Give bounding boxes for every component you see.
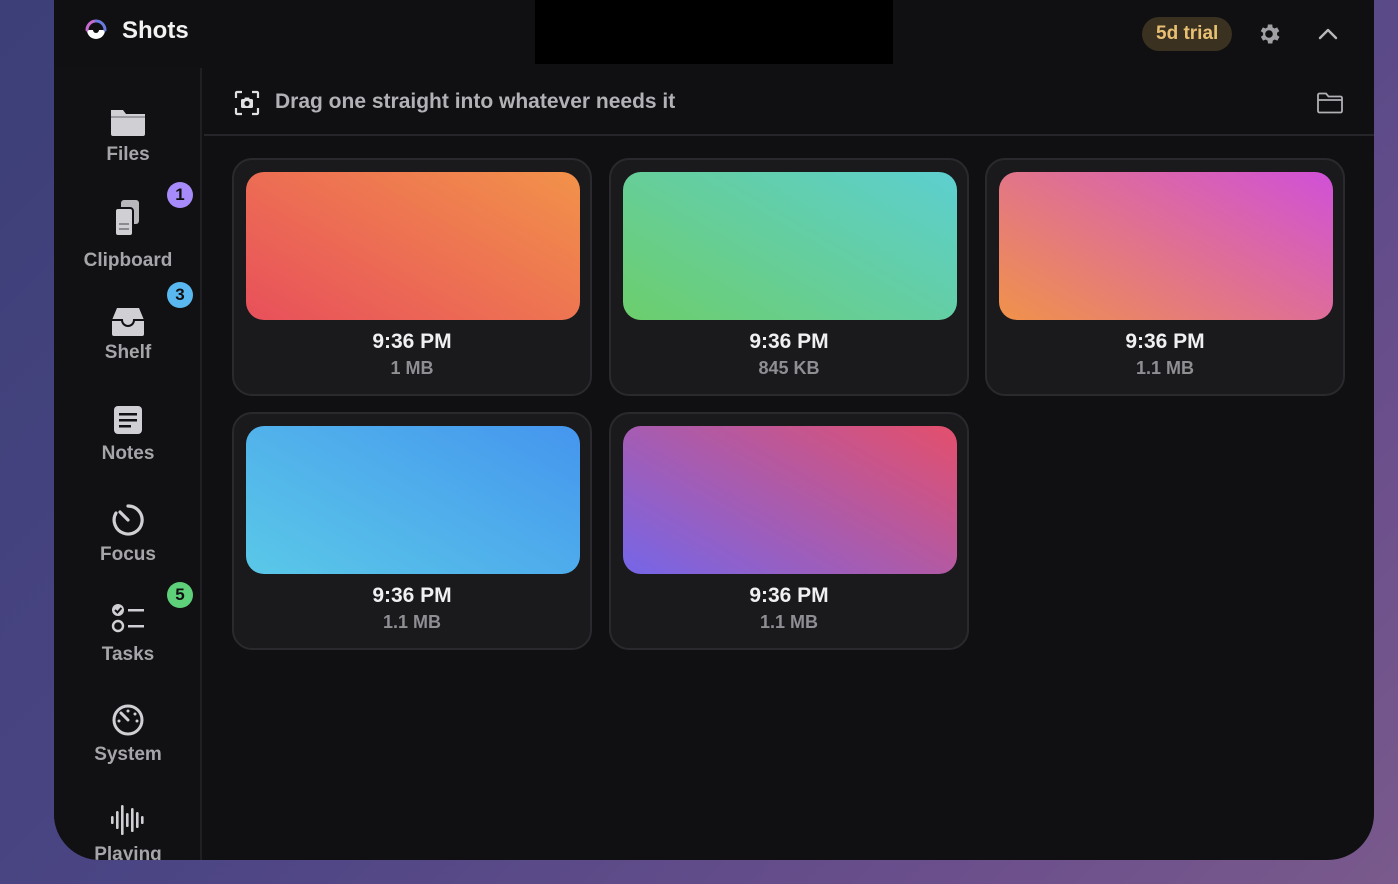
shot-file-size: 1 MB <box>390 358 434 378</box>
shot-file-size: 845 KB <box>758 358 820 378</box>
shot-file-size: 1.1 MB <box>759 612 819 632</box>
nav-label: Focus <box>100 544 156 565</box>
shot-thumbnail[interactable] <box>623 172 957 320</box>
app-window: Shots 5d trial Files Clipboard 1 Shelf 3… <box>54 0 1374 860</box>
checklist-icon <box>111 604 144 633</box>
nav-item-shelf[interactable]: Shelf <box>54 302 202 392</box>
camera-notch <box>535 0 893 64</box>
shot-card[interactable]: 9:36 PM 845 KB <box>609 158 969 396</box>
nav-label: Tasks <box>101 644 155 665</box>
sidebar: Files Clipboard 1 Shelf 3 Notes Focus Ta… <box>54 68 202 860</box>
nav-item-system[interactable]: System <box>54 700 202 790</box>
shot-file-size: 1.1 MB <box>1135 358 1195 378</box>
clipboard-icon <box>114 200 139 237</box>
nav-item-notes[interactable]: Notes <box>54 400 202 490</box>
trial-badge[interactable]: 5d trial <box>1142 17 1233 51</box>
note-icon <box>114 406 142 434</box>
nav-label: Files <box>106 144 150 165</box>
nav-label: Shelf <box>104 342 152 363</box>
timer-icon <box>112 504 144 536</box>
hint-bar: Drag one straight into whatever needs it <box>204 68 1374 136</box>
clipboard-count-badge: 1 <box>167 182 193 208</box>
shot-thumbnail[interactable] <box>999 172 1333 320</box>
app-name: Shots <box>122 17 189 44</box>
screenshot-camera-icon[interactable] <box>234 90 260 116</box>
tray-icon <box>112 308 144 336</box>
nav-label: Playing <box>94 844 162 860</box>
nav-label: System <box>94 744 162 765</box>
hint-text: Drag one straight into whatever needs it <box>275 90 676 113</box>
shot-time: 9:36 PM <box>372 584 452 607</box>
shelf-count-badge: 3 <box>167 282 193 308</box>
shot-thumbnail[interactable] <box>623 426 957 574</box>
nav-item-files[interactable]: Files <box>54 102 202 192</box>
shot-card[interactable]: 9:36 PM 1.1 MB <box>609 412 969 650</box>
folder-icon <box>111 110 145 136</box>
open-folder-icon[interactable] <box>1316 90 1344 116</box>
shot-card[interactable]: 9:36 PM 1.1 MB <box>232 412 592 650</box>
shot-thumbnail[interactable] <box>246 172 580 320</box>
shot-thumbnail[interactable] <box>246 426 580 574</box>
shot-time: 9:36 PM <box>749 330 829 353</box>
shot-time: 9:36 PM <box>372 330 452 353</box>
chevron-up-icon[interactable] <box>1316 22 1340 46</box>
nav-label: Notes <box>101 443 155 464</box>
gauge-icon <box>112 704 144 736</box>
shot-card[interactable]: 9:36 PM 1.1 MB <box>985 158 1345 396</box>
gear-icon[interactable] <box>1256 21 1282 47</box>
nav-label: Clipboard <box>83 250 173 271</box>
shot-card[interactable]: 9:36 PM 1 MB <box>232 158 592 396</box>
title-bar: Shots 5d trial <box>54 0 1374 68</box>
shot-time: 9:36 PM <box>749 584 829 607</box>
nav-item-tasks[interactable]: Tasks <box>54 598 202 688</box>
tasks-count-badge: 5 <box>167 582 193 608</box>
nav-item-playing[interactable]: Playing <box>54 800 202 860</box>
shots-panel: Drag one straight into whatever needs it… <box>204 68 1374 860</box>
waveform-icon <box>111 805 144 835</box>
shot-time: 9:36 PM <box>1125 330 1205 353</box>
app-logo-icon <box>85 19 107 39</box>
app-title: Shots <box>84 17 189 45</box>
shot-file-size: 1.1 MB <box>382 612 442 632</box>
nav-item-focus[interactable]: Focus <box>54 500 202 590</box>
nav-item-clipboard[interactable]: Clipboard <box>54 198 202 288</box>
